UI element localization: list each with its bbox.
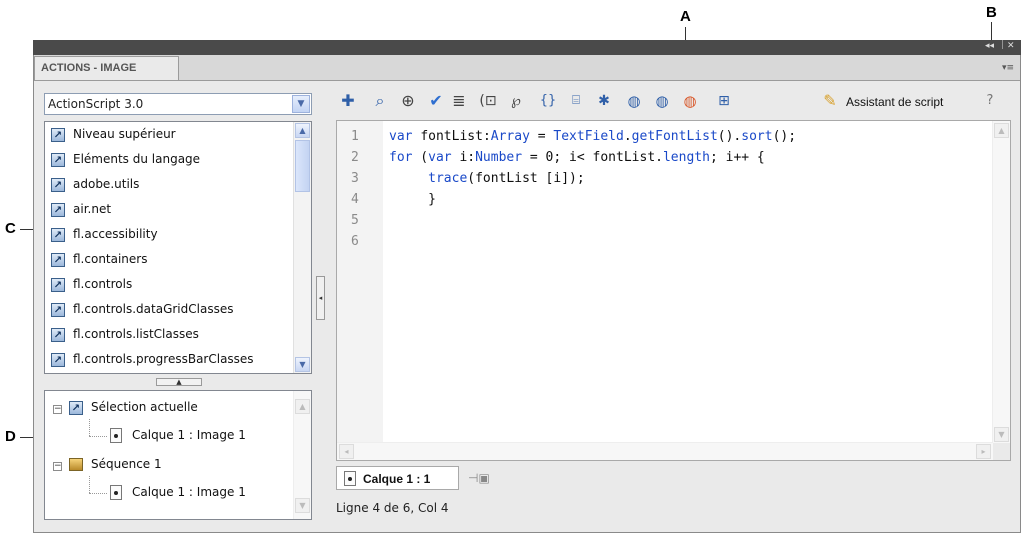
auto-format-icon[interactable]: ≣ (449, 91, 469, 111)
toggle-toolbox-handle[interactable]: ◂ (316, 276, 325, 320)
toolbox-item[interactable]: ↗ Niveau supérieur (51, 127, 176, 147)
script-navigator: − ↗ Sélection actuelle Calque 1 : Image 1… (44, 390, 312, 520)
line-number-gutter (337, 121, 383, 460)
pin-script-icon[interactable]: ⊣▣ (468, 471, 490, 485)
scroll-right-icon[interactable]: ▸ (976, 444, 991, 459)
code-line[interactable]: trace(fontList [i]); (389, 171, 585, 186)
package-icon: ↗ (51, 177, 65, 192)
nav-sequence-frame[interactable]: Calque 1 : Image 1 (110, 485, 246, 500)
apply-block-comment-icon[interactable]: ◍ (624, 91, 644, 111)
collapse-panel-icon[interactable]: ◂◂ (985, 41, 994, 51)
editor-vertical-scrollbar[interactable]: ▲ ▼ (992, 121, 1010, 444)
script-tab[interactable]: Calque 1 : 1 (336, 466, 459, 490)
show-hide-toolbox-icon[interactable]: ⊞ (714, 91, 734, 111)
toolbox-split-handle[interactable]: ▲ (156, 378, 202, 386)
collapse-selection-icon[interactable]: ⌸ (566, 91, 586, 111)
package-icon: ↗ (51, 252, 65, 267)
callout-a: A (680, 8, 691, 25)
scroll-down-icon[interactable]: ▼ (295, 498, 310, 513)
panel-title-bar[interactable]: ◂◂ | ✕ (33, 40, 1021, 55)
navigator-scrollbar[interactable]: ▲ ▼ (293, 391, 311, 519)
language-select[interactable]: ActionScript 3.0 ▼ (44, 93, 312, 115)
script-tab-label: Calque 1 : 1 (363, 472, 431, 486)
scroll-down-icon[interactable]: ▼ (295, 357, 310, 372)
check-syntax-icon[interactable]: ✔ (426, 91, 446, 111)
scene-icon (69, 458, 83, 471)
tab-divider (34, 80, 1020, 81)
code-line[interactable]: var fontList:Array = TextField.getFontLi… (389, 129, 796, 144)
script-assist-button[interactable]: Assistant de script (846, 95, 943, 109)
package-icon: ↗ (51, 327, 65, 342)
nav-current-selection[interactable]: ↗ Sélection actuelle (69, 400, 198, 415)
package-icon: ↗ (51, 152, 65, 167)
script-assist-icon[interactable]: ✎ (820, 91, 840, 111)
package-icon: ↗ (51, 127, 65, 142)
apply-line-comment-icon[interactable]: ◍ (652, 91, 672, 111)
callout-b: B (986, 4, 997, 21)
close-panel-icon[interactable]: ✕ (1007, 41, 1015, 51)
frame-icon (110, 428, 122, 443)
language-select-value: ActionScript 3.0 (48, 97, 144, 111)
code-hint-icon[interactable]: (⊡ (478, 91, 498, 111)
callout-d: D (5, 428, 16, 445)
collapse-between-braces-icon[interactable]: {} (538, 91, 558, 111)
editor-horizontal-scrollbar[interactable]: ◂ ▸ (337, 442, 993, 460)
toolbox-item[interactable]: ↗ air.net (51, 202, 111, 222)
package-icon: ↗ (51, 277, 65, 292)
callout-c: C (5, 220, 16, 237)
remove-comment-icon[interactable]: ◍ (680, 91, 700, 111)
line-number: 6 (351, 234, 359, 249)
frame-icon (344, 471, 356, 486)
toolbox-item[interactable]: ↗ fl.controls.listClasses (51, 327, 199, 347)
toolbox-scrollbar[interactable]: ▲ ▼ (293, 122, 311, 373)
scroll-up-icon[interactable]: ▲ (295, 123, 310, 138)
collapse-icon[interactable]: − (53, 405, 62, 414)
panel-tab-title[interactable]: ACTIONS - IMAGE (34, 56, 179, 80)
help-icon[interactable]: ? (980, 91, 1000, 111)
line-number: 3 (351, 171, 359, 186)
package-icon: ↗ (51, 352, 65, 367)
toolbox-item[interactable]: ↗ fl.containers (51, 252, 147, 272)
target-path-icon[interactable]: ⊕ (398, 91, 418, 111)
toolbox-item[interactable]: ↗ fl.controls.dataGridClasses (51, 302, 233, 322)
add-statement-icon[interactable]: ✚ (338, 91, 358, 111)
package-icon: ↗ (69, 400, 83, 415)
line-number: 4 (351, 192, 359, 207)
actions-toolbar: ✚ ⌕ ⊕ ✔ ≣ (⊡ ℘ {} ⌸ ✱ ◍ ◍ ◍ ⊞ ✎ Assistan… (332, 88, 1012, 116)
package-icon: ↗ (51, 202, 65, 217)
toolbox-item[interactable]: ↗ fl.accessibility (51, 227, 158, 247)
nav-sequence[interactable]: Séquence 1 (69, 457, 162, 471)
nav-current-frame[interactable]: Calque 1 : Image 1 (110, 428, 246, 443)
frame-icon (110, 485, 122, 500)
line-number: 2 (351, 150, 359, 165)
line-number: 5 (351, 213, 359, 228)
panel-menu-icon[interactable]: ▾≡ (1002, 63, 1014, 73)
scroll-left-icon[interactable]: ◂ (339, 444, 354, 459)
toolbox-item[interactable]: ↗ adobe.utils (51, 177, 139, 197)
scroll-up-icon[interactable]: ▲ (295, 399, 310, 414)
code-line[interactable]: for (var i:Number = 0; i< fontList.lengt… (389, 150, 765, 165)
status-bar: Ligne 4 de 6, Col 4 (336, 501, 449, 515)
package-icon: ↗ (51, 227, 65, 242)
scroll-up-icon[interactable]: ▲ (994, 123, 1009, 138)
toolbox-item[interactable]: ↗ fl.controls.progressBarClasses (51, 352, 254, 372)
scroll-corner (993, 443, 1010, 460)
toolbox-item[interactable]: ↗ fl.controls (51, 277, 132, 297)
collapse-icon[interactable]: − (53, 462, 62, 471)
script-editor[interactable]: 1 2 3 4 5 6 var fontList:Array = TextFie… (336, 120, 1011, 461)
toolbox-scroll-thumb[interactable] (295, 140, 310, 192)
debug-options-icon[interactable]: ℘ (506, 91, 526, 111)
line-number: 1 (351, 129, 359, 144)
find-icon[interactable]: ⌕ (370, 91, 390, 111)
actions-toolbox: ↗ Niveau supérieur ↗ Eléments du langage ↗… (44, 121, 312, 374)
package-icon: ↗ (51, 302, 65, 317)
scroll-down-icon[interactable]: ▼ (994, 427, 1009, 442)
expand-all-icon[interactable]: ✱ (594, 91, 614, 111)
toolbox-item[interactable]: ↗ Eléments du langage (51, 152, 200, 172)
code-line[interactable]: } (389, 192, 436, 207)
chevron-down-icon[interactable]: ▼ (292, 95, 310, 113)
